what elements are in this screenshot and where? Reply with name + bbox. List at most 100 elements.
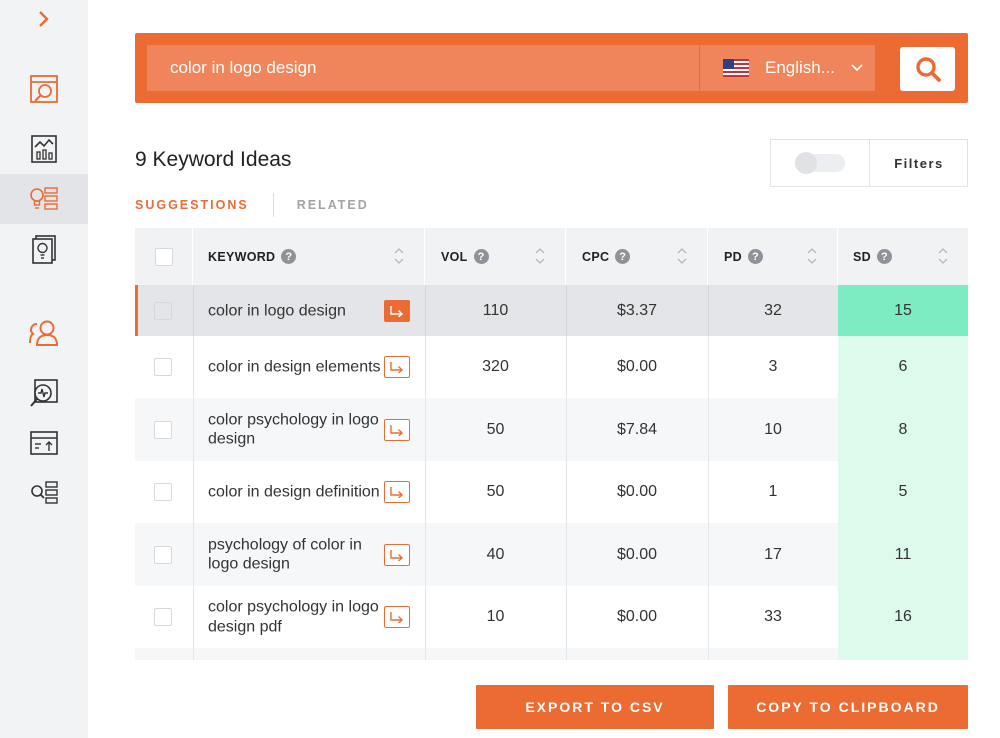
row-checkbox[interactable]: [154, 358, 172, 376]
column-header-label: PD: [724, 249, 742, 264]
column-separator: [566, 648, 567, 660]
filters-toggle[interactable]: [795, 152, 845, 174]
chevron-right-icon: [39, 11, 49, 27]
help-icon[interactable]: ?: [473, 249, 489, 264]
select-all-checkbox[interactable]: [154, 247, 173, 266]
export-csv-button[interactable]: EXPORT TO CSV: [476, 685, 714, 729]
expand-sidebar-button[interactable]: [0, 0, 88, 38]
sidebar-item-analytics[interactable]: [0, 124, 88, 174]
open-keyword-icon: [390, 362, 404, 373]
open-keyword-button[interactable]: [384, 481, 410, 503]
column-header-cpc[interactable]: CPC ?: [566, 228, 708, 285]
help-icon[interactable]: ?: [876, 249, 892, 264]
row-checkbox[interactable]: [154, 608, 172, 626]
keyword-text[interactable]: color in logo design: [208, 301, 383, 321]
filters-panel: Filters: [770, 139, 968, 187]
keyword-ideas-icon: [30, 187, 58, 210]
row-checkbox[interactable]: [154, 421, 172, 439]
table-row[interactable]: 15 color in logo design 110 $3.37 32: [135, 285, 968, 336]
table-row[interactable]: 11 psychology of color in logo design 40 $0…: [135, 523, 968, 586]
vol-cell: 50: [486, 483, 505, 500]
sidebar-item-content-ideas[interactable]: [0, 224, 88, 274]
sd-cell: 11: [838, 523, 968, 586]
column-header-keyword[interactable]: KEYWORD ?: [193, 228, 425, 285]
cpc-cell: $3.37: [616, 301, 658, 319]
filters-button[interactable]: Filters: [869, 140, 969, 186]
search-bar: English...: [135, 33, 968, 103]
keyword-text[interactable]: psychology of color in logo design: [208, 535, 383, 574]
cpc-cell: $0.00: [616, 608, 658, 625]
sort-icon[interactable]: [938, 246, 948, 266]
column-separator: [193, 523, 194, 586]
content-ideas-icon: [32, 235, 56, 264]
row-checkbox[interactable]: [154, 483, 172, 501]
sort-icon[interactable]: [394, 246, 404, 266]
keyword-text[interactable]: color in design elements: [208, 357, 383, 377]
table-row[interactable]: 6 color in design elements 320 $0.00 3: [135, 336, 968, 398]
keyword-table: KEYWORD ? VOL ? CPC ? PD ? SD ? 15 color …: [135, 228, 968, 660]
pd-cell: 3: [768, 358, 778, 375]
keyword-lists-icon: [31, 481, 58, 504]
sidebar-item-keyword-lists[interactable]: [0, 468, 88, 518]
column-separator: [193, 461, 194, 523]
analytics-chart-icon: [31, 135, 57, 163]
sort-icon[interactable]: [677, 246, 687, 266]
site-audit-icon: [30, 379, 58, 407]
table-row[interactable]: 5 color in design definition 50 $0.00 1: [135, 461, 968, 523]
tab-related[interactable]: RELATED: [297, 198, 369, 212]
column-header-label: KEYWORD: [208, 249, 276, 264]
row-checkbox[interactable]: [154, 546, 172, 564]
vol-cell: 10: [486, 608, 505, 625]
column-header-label: SD: [853, 249, 871, 264]
language-label: English...: [765, 58, 835, 77]
help-icon[interactable]: ?: [747, 249, 763, 264]
row-checkbox[interactable]: [154, 302, 172, 320]
header-checkbox-cell: [135, 228, 193, 285]
vol-cell: 110: [482, 301, 509, 319]
table-row[interactable]: [135, 648, 968, 660]
column-header-pd[interactable]: PD ?: [708, 228, 838, 285]
sidebar-item-users[interactable]: [0, 308, 88, 358]
keyword-search-input[interactable]: [147, 45, 699, 91]
open-keyword-icon: [390, 487, 404, 498]
tab-suggestions[interactable]: SUGGESTIONS: [135, 198, 249, 212]
sidebar-item-keyword-ideas[interactable]: [0, 174, 88, 224]
open-keyword-icon: [390, 612, 404, 623]
keyword-text[interactable]: color psychology in logo design pdf: [208, 598, 383, 637]
sidebar-item-site-audit[interactable]: [0, 368, 88, 418]
table-header: KEYWORD ? VOL ? CPC ? PD ? SD ?: [135, 228, 968, 285]
language-select[interactable]: English...: [700, 45, 875, 91]
open-keyword-button[interactable]: [384, 606, 410, 628]
table-row[interactable]: 8 color psychology in logo design 50 $7.84 1…: [135, 398, 968, 461]
open-keyword-icon: [390, 306, 404, 317]
cpc-cell: $0.00: [616, 545, 658, 563]
copy-to-clipboard-button[interactable]: COPY TO CLIPBOARD: [728, 685, 968, 729]
table-row[interactable]: 16 color psychology in logo design pdf 10 $…: [135, 586, 968, 648]
sort-icon[interactable]: [535, 246, 545, 266]
keyword-text[interactable]: color psychology in logo design: [208, 410, 383, 449]
sd-cell: 16: [838, 586, 968, 648]
users-icon: [29, 320, 59, 346]
open-keyword-button[interactable]: [384, 356, 410, 378]
open-keyword-icon: [390, 425, 404, 436]
us-flag-icon: [723, 59, 749, 77]
search-button[interactable]: [900, 47, 955, 91]
help-icon[interactable]: ?: [281, 249, 297, 264]
column-separator: [193, 336, 194, 398]
sidebar-item-rank-tracking[interactable]: [0, 418, 88, 468]
sort-icon[interactable]: [807, 246, 817, 266]
vol-cell: 320: [482, 358, 509, 375]
pd-cell: 17: [764, 545, 782, 563]
open-keyword-button[interactable]: [384, 544, 410, 566]
vol-cell: 50: [486, 420, 505, 438]
sidebar: [0, 0, 88, 738]
keyword-text[interactable]: color in design definition: [208, 482, 383, 502]
sidebar-item-serp[interactable]: [0, 64, 88, 114]
column-header-vol[interactable]: VOL ?: [425, 228, 566, 285]
column-header-sd[interactable]: SD ?: [838, 228, 968, 285]
column-separator: [708, 648, 709, 660]
column-separator: [193, 648, 194, 660]
open-keyword-button[interactable]: [384, 419, 410, 441]
help-icon[interactable]: ?: [615, 249, 631, 264]
open-keyword-button[interactable]: [384, 300, 410, 322]
